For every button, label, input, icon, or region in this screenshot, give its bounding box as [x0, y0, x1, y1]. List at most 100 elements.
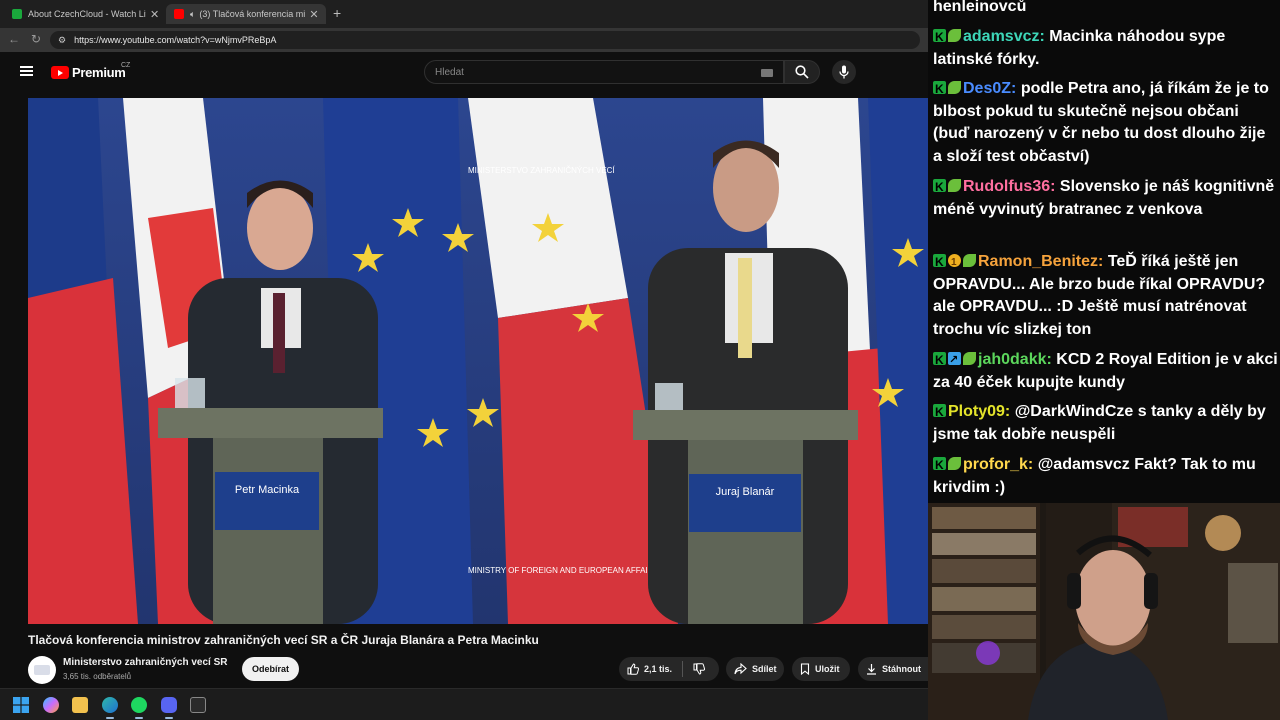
search-icon — [795, 65, 809, 79]
leaf-badge-icon — [948, 179, 961, 192]
tab-czechcloud[interactable]: About CzechCloud - Watch Live on ✕ — [4, 4, 164, 24]
like-button[interactable]: 2,1 tis. — [619, 663, 672, 675]
download-label: Stáhnout — [882, 664, 921, 674]
youtube-header: Premium CZ Hledat — [0, 52, 928, 92]
backdrop-text-top: MINISTERSTVO ZAHRANIČNÝCH VECÍ — [468, 166, 615, 175]
logo-text: Premium — [72, 65, 126, 80]
chat-message: jah0dakk: KCD 2 Royal Edition je v akci … — [933, 349, 1278, 394]
divider — [682, 661, 684, 677]
discord-icon[interactable] — [161, 697, 177, 719]
channel-name[interactable]: Ministerstvo zahraničných vecí SR — [63, 657, 228, 668]
coin-badge-icon — [948, 252, 961, 275]
chat-colon: : — [1050, 178, 1060, 195]
youtube-play-icon — [51, 66, 69, 79]
edge-icon[interactable] — [102, 697, 118, 719]
screen: About CzechCloud - Watch Live on ✕ 🔈︎ (3… — [0, 0, 1280, 720]
boost-badge-icon — [948, 349, 961, 372]
stream-chat: henleinovců adamsvcz: Macinka náhodou syp… — [928, 0, 1280, 503]
kick-badge-icon — [933, 176, 946, 199]
back-icon[interactable]: ← — [8, 32, 20, 46]
reload-icon[interactable]: ↻ — [31, 32, 41, 46]
share-label: Sdílet — [752, 664, 777, 674]
country-code: CZ — [121, 62, 131, 69]
kick-badge-icon — [933, 78, 946, 101]
webcam-feed — [928, 503, 1280, 720]
backdrop-text-bottom: MINISTRY OF FOREIGN AND EUROPEAN AFFAIRS — [468, 566, 659, 575]
chat-username[interactable]: jah0dakk — [978, 351, 1046, 368]
dislike-button[interactable] — [693, 663, 706, 675]
kick-icon — [12, 9, 22, 19]
microphone-icon — [839, 65, 849, 79]
like-dislike-group: 2,1 tis. — [619, 657, 719, 681]
chat-message: Ploty09: @DarkWindCze s tanky a děly by … — [933, 401, 1278, 446]
chat-colon: : — [1011, 80, 1021, 97]
kick-badge-icon — [933, 349, 946, 372]
leaf-badge-icon — [963, 254, 976, 267]
speaker-icon[interactable]: 🔈︎ — [190, 9, 195, 20]
chat-colon: : — [1027, 456, 1038, 473]
subscribe-button[interactable]: Odebírat — [242, 657, 299, 681]
leaf-badge-icon — [948, 457, 961, 470]
chat-username[interactable]: Ploty09 — [948, 403, 1005, 420]
chat-username[interactable]: adamsvcz — [963, 28, 1040, 45]
epic-games-icon[interactable] — [190, 697, 206, 713]
kick-badge-icon — [933, 26, 946, 49]
url-text: https://www.youtube.com/watch?v=wNjmvPRe… — [74, 35, 277, 45]
new-tab-icon[interactable]: + — [333, 5, 341, 21]
kick-badge-icon — [933, 401, 946, 424]
site-info-icon[interactable]: ⚙︎ — [58, 35, 66, 46]
leaf-badge-icon — [963, 352, 976, 365]
podium-right-name: Juraj Blanár — [716, 486, 775, 498]
podium-left-name: Petr Macinka — [235, 484, 300, 496]
address-bar: ← ↻ ⚙︎ https://www.youtube.com/watch?v=w… — [0, 28, 928, 52]
bookmark-icon — [800, 663, 810, 675]
close-tab-icon[interactable]: ✕ — [150, 8, 159, 21]
file-explorer-icon[interactable] — [72, 697, 88, 713]
menu-icon[interactable] — [20, 66, 33, 76]
tab-bar: About CzechCloud - Watch Live on ✕ 🔈︎ (3… — [0, 0, 928, 28]
subscriber-count: 3,65 tis. odběratelů — [63, 672, 132, 681]
search-placeholder: Hledat — [435, 67, 464, 78]
url-field[interactable]: ⚙︎ https://www.youtube.com/watch?v=wNjmv… — [50, 31, 920, 49]
search-button[interactable] — [784, 60, 820, 84]
like-count: 2,1 tis. — [644, 664, 673, 674]
search-input[interactable]: Hledat — [424, 60, 784, 84]
spotify-icon[interactable] — [131, 697, 147, 719]
save-button[interactable]: Uložit — [792, 657, 850, 681]
video-title: Tlačová konferencia ministrov zahraničný… — [28, 633, 539, 647]
chat-colon: : — [1039, 28, 1050, 45]
video-frame: MINISTERSTVO ZAHRANIČNÝCH VECÍ MINISTRY … — [28, 98, 928, 624]
voice-search-button[interactable] — [832, 60, 856, 84]
close-tab-icon[interactable]: ✕ — [309, 8, 318, 21]
channel-avatar[interactable] — [28, 656, 56, 684]
browser-window: About CzechCloud - Watch Live on ✕ 🔈︎ (3… — [0, 0, 928, 720]
windows-start-icon[interactable] — [13, 697, 29, 713]
chat-message: Des0Z: podle Petra ano, já říkám že je t… — [933, 78, 1278, 168]
share-icon — [734, 663, 747, 675]
taskbar — [0, 688, 928, 720]
download-button[interactable]: Stáhnout — [858, 657, 928, 681]
share-button[interactable]: Sdílet — [726, 657, 784, 681]
tab-title: About CzechCloud - Watch Live on — [28, 9, 146, 19]
youtube-logo[interactable]: Premium — [51, 65, 126, 80]
chat-colon: : — [1098, 253, 1108, 270]
copilot-icon[interactable] — [43, 697, 59, 713]
thumbs-down-icon — [693, 663, 706, 675]
chat-text: henleinovců — [933, 0, 1027, 15]
webcam-image — [928, 503, 1280, 720]
chat-username[interactable]: profor_k — [963, 456, 1028, 473]
video-player[interactable]: MINISTERSTVO ZAHRANIČNÝCH VECÍ MINISTRY … — [28, 98, 928, 624]
tab-title: (3) Tlačová konferencia ministr — [199, 9, 306, 19]
kick-badge-icon — [933, 251, 946, 274]
chat-username[interactable]: Rudolfus36 — [963, 178, 1050, 195]
kick-badge-icon — [933, 454, 946, 477]
chat-username[interactable]: Ramon_Benitez — [978, 253, 1098, 270]
leaf-badge-icon — [948, 81, 961, 94]
tab-youtube[interactable]: 🔈︎ (3) Tlačová konferencia ministr ✕ — [166, 4, 326, 24]
chat-username[interactable]: Des0Z — [963, 80, 1011, 97]
leaf-badge-icon — [948, 29, 961, 42]
save-label: Uložit — [815, 664, 840, 674]
youtube-icon — [174, 9, 184, 19]
chat-message: adamsvcz: Macinka náhodou sype latinské … — [933, 26, 1278, 71]
keyboard-icon[interactable] — [761, 69, 773, 77]
